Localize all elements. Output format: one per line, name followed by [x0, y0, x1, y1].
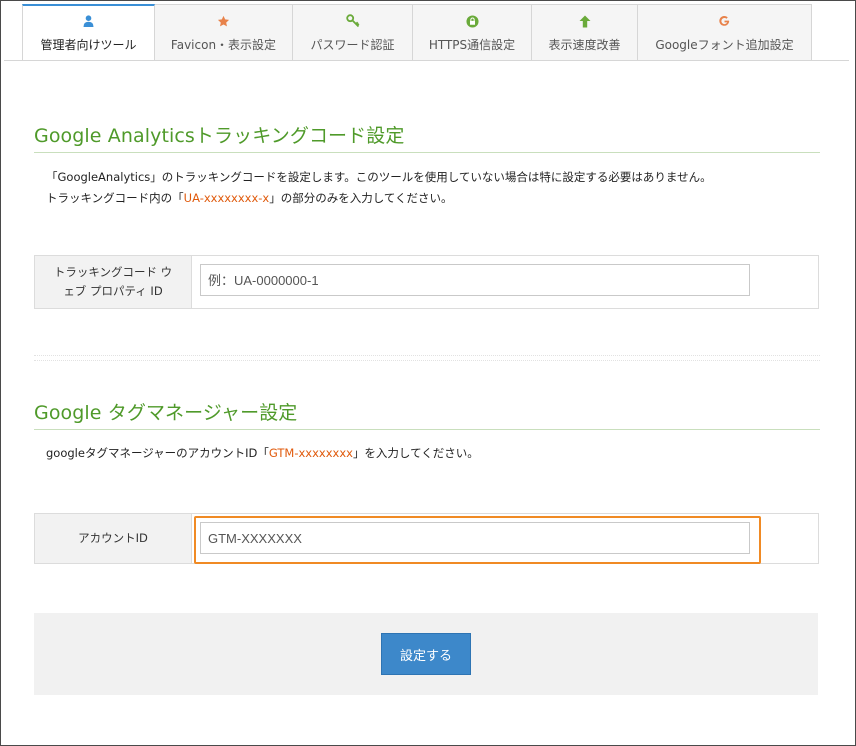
tracking-id-row: トラッキングコード ウ ェブ プロパティ ID [34, 255, 819, 309]
tracking-id-cell [192, 256, 818, 308]
key-icon [345, 13, 361, 29]
lock-icon [464, 13, 480, 29]
tab-password-auth[interactable]: パスワード認証 [293, 4, 413, 61]
gtm-id-label: アカウントID [35, 514, 192, 563]
section-rule [34, 429, 820, 430]
gtm-code-example: GTM-xxxxxxxx [268, 446, 353, 460]
user-icon [81, 13, 97, 29]
tab-label: Favicon・表示設定 [170, 38, 277, 52]
analytics-description: 「GoogleAnalytics」のトラッキングコードを設定します。このツールを… [46, 167, 712, 209]
tab-admin-tools[interactable]: 管理者向けツール [22, 4, 155, 61]
tab-speed-improvement[interactable]: 表示速度改善 [532, 4, 638, 61]
tab-favicon-display[interactable]: Favicon・表示設定 [155, 4, 293, 61]
star-icon [216, 13, 232, 29]
tab-label: Googleフォント追加設定 [655, 38, 794, 52]
gtm-description: googleタグマネージャーのアカウントID「GTM-xxxxxxxx」を入力し… [46, 443, 479, 464]
desc-prefix: googleタグマネージャーのアカウントID「 [46, 446, 269, 460]
ua-code-example: UA-xxxxxxxx-x [183, 191, 270, 205]
desc-prefix: トラッキングコード内の「 [46, 191, 184, 205]
tab-https[interactable]: HTTPS通信設定 [413, 4, 532, 61]
tab-label: 管理者向けツール [40, 38, 137, 52]
tab-label: パスワード認証 [310, 38, 395, 52]
tab-google-fonts[interactable]: Googleフォント追加設定 [638, 4, 812, 61]
section-divider [34, 355, 820, 361]
tab-label: 表示速度改善 [548, 38, 621, 52]
gtm-id-row: アカウントID [34, 513, 819, 564]
analytics-section-title: Google Analyticsトラッキングコード設定 [34, 125, 405, 147]
google-icon [717, 13, 733, 29]
analytics-desc-line1: 「GoogleAnalytics」のトラッキングコードを設定します。このツールを… [46, 170, 712, 184]
tab-label: HTTPS通信設定 [428, 38, 516, 52]
gtm-id-cell [192, 514, 818, 563]
tab-bar: 管理者向けツール Favicon・表示設定 パスワード認証 HTTPS通信設定 … [22, 4, 812, 61]
tracking-id-label: トラッキングコード ウ ェブ プロパティ ID [35, 256, 192, 308]
tracking-id-input[interactable] [200, 264, 750, 296]
desc-suffix: 」の部分のみを入力してください。 [269, 191, 453, 205]
arrow-up-icon [577, 13, 593, 29]
gtm-id-input[interactable] [200, 522, 750, 554]
submit-button[interactable]: 設定する [381, 633, 471, 675]
tracking-id-label-line2: ェブ プロパティ ID [63, 284, 163, 298]
section-rule [34, 152, 820, 153]
analytics-desc-line2: トラッキングコード内の「UA-xxxxxxxx-x」の部分のみを入力してください… [46, 188, 712, 209]
tracking-id-label-line1: トラッキングコード ウ [53, 265, 173, 279]
desc-suffix: 」を入力してください。 [352, 446, 479, 460]
gtm-section-title: Google タグマネージャー設定 [34, 402, 298, 424]
